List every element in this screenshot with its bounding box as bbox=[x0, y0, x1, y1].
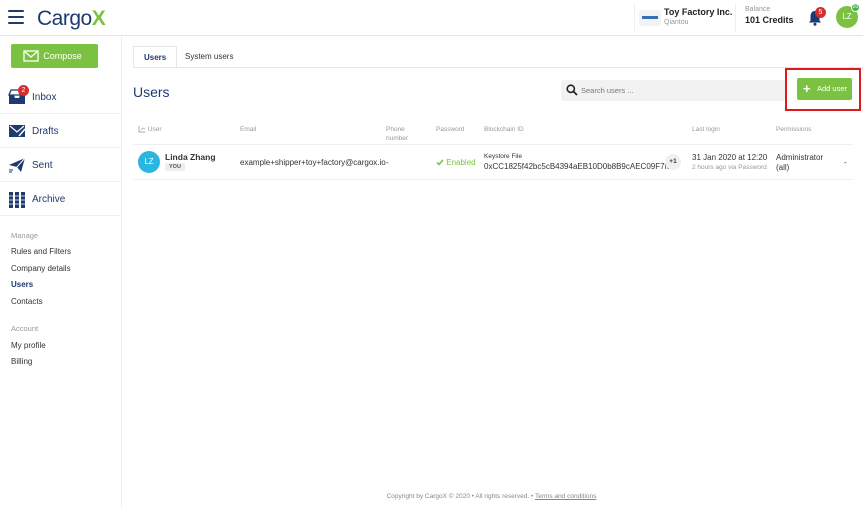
tab-system-users[interactable]: System users bbox=[175, 46, 243, 68]
sidebar-item-label: Sent bbox=[32, 160, 53, 171]
blockchain-id: 0xCC1825f42bc5cB4394aEB10D0b8B9cAEC09F7f… bbox=[484, 162, 676, 171]
sidebar-item-label: Archive bbox=[32, 194, 66, 205]
company-location: Qiantou bbox=[664, 19, 689, 26]
user-email: example+shipper+toy+factory@cargox.io bbox=[240, 158, 386, 167]
company-name: Toy Factory Inc. bbox=[664, 7, 733, 17]
column-header-permissions: Permissions bbox=[776, 126, 812, 133]
cargox-logo[interactable]: CargoX bbox=[37, 7, 106, 31]
page-title: Users bbox=[133, 84, 170, 100]
archive-icon bbox=[9, 192, 25, 208]
menu-icon[interactable] bbox=[8, 10, 24, 24]
add-user-button[interactable]: + Add user bbox=[797, 78, 852, 100]
plus-icon: + bbox=[803, 81, 811, 96]
balance-widget[interactable]: Balance 101 Credits bbox=[735, 4, 799, 32]
search-icon bbox=[566, 84, 578, 96]
compose-icon bbox=[23, 50, 39, 62]
company-logo-icon bbox=[639, 10, 661, 26]
sidebar-item-archive[interactable]: Archive bbox=[0, 182, 122, 216]
permissions: Administrator (all) bbox=[776, 153, 824, 172]
column-header-email: Email bbox=[240, 126, 257, 133]
sidebar-link-users[interactable]: Users bbox=[11, 280, 33, 289]
sidebar-link-company[interactable]: Company details bbox=[11, 264, 71, 273]
sidebar-link-billing[interactable]: Billing bbox=[11, 357, 32, 366]
row-actions[interactable]: - bbox=[844, 158, 847, 167]
user-name: Linda Zhang bbox=[165, 152, 216, 162]
notification-badge: 5 bbox=[815, 7, 826, 18]
sidebar-item-drafts[interactable]: Drafts bbox=[0, 114, 122, 148]
user-avatar-badge: 20 bbox=[851, 3, 860, 12]
account-heading: Account bbox=[11, 324, 39, 333]
column-header-user[interactable]: User bbox=[138, 125, 162, 134]
check-icon bbox=[436, 159, 444, 166]
tab-divider bbox=[133, 67, 863, 68]
sort-icon bbox=[138, 125, 146, 133]
sidebar-item-label: Drafts bbox=[32, 126, 59, 137]
avatar: LZ bbox=[138, 151, 160, 173]
sidebar-link-contacts[interactable]: Contacts bbox=[11, 297, 43, 306]
tab-users[interactable]: Users bbox=[133, 46, 178, 68]
blockchain-label: Keystore File bbox=[484, 153, 522, 160]
compose-button[interactable]: Compose bbox=[11, 44, 98, 68]
inbox-badge: 2 bbox=[18, 85, 29, 96]
password-status: Enabled bbox=[436, 158, 476, 167]
column-header-blockchain: Blockchain ID bbox=[484, 126, 524, 133]
manage-heading: Manage bbox=[11, 231, 39, 240]
table-header-divider bbox=[133, 144, 853, 145]
balance-label: Balance bbox=[745, 6, 771, 13]
last-login-detail: 2 hours ago via Password bbox=[692, 164, 767, 171]
drafts-icon bbox=[9, 125, 26, 137]
search-input[interactable] bbox=[581, 83, 776, 98]
sent-icon bbox=[9, 157, 26, 173]
sidebar-item-inbox[interactable]: 2 Inbox bbox=[0, 80, 122, 114]
table-row-divider bbox=[133, 179, 853, 180]
footer: Copyright by CargoX © 2020 • All rights … bbox=[0, 493, 863, 500]
sidebar-link-rules[interactable]: Rules and Filters bbox=[11, 247, 71, 256]
top-bar: CargoX Toy Factory Inc. Qiantou Balance … bbox=[0, 0, 863, 36]
sidebar-item-label: Inbox bbox=[32, 92, 57, 103]
extra-ids-button[interactable]: +1 bbox=[665, 154, 681, 170]
user-phone: - bbox=[386, 158, 389, 167]
sidebar-link-profile[interactable]: My profile bbox=[11, 341, 46, 350]
column-header-phone: Phone number bbox=[386, 126, 409, 142]
search-box bbox=[561, 80, 785, 101]
sidebar-item-sent[interactable]: Sent bbox=[0, 148, 122, 182]
terms-link[interactable]: Terms and conditions bbox=[535, 493, 596, 500]
company-switcher[interactable]: Toy Factory Inc. Qiantou bbox=[634, 4, 734, 32]
column-header-password: Password bbox=[436, 126, 465, 133]
copyright-text: Copyright by CargoX © 2020 • All rights … bbox=[386, 493, 534, 500]
sidebar: Compose 2 Inbox Drafts Sent Archive Mana… bbox=[0, 36, 122, 508]
you-badge: YOU bbox=[165, 163, 185, 171]
column-header-last-login: Last login bbox=[692, 126, 720, 133]
balance-value: 101 Credits bbox=[745, 15, 794, 25]
last-login: 31 Jan 2020 at 12:20 bbox=[692, 153, 768, 162]
